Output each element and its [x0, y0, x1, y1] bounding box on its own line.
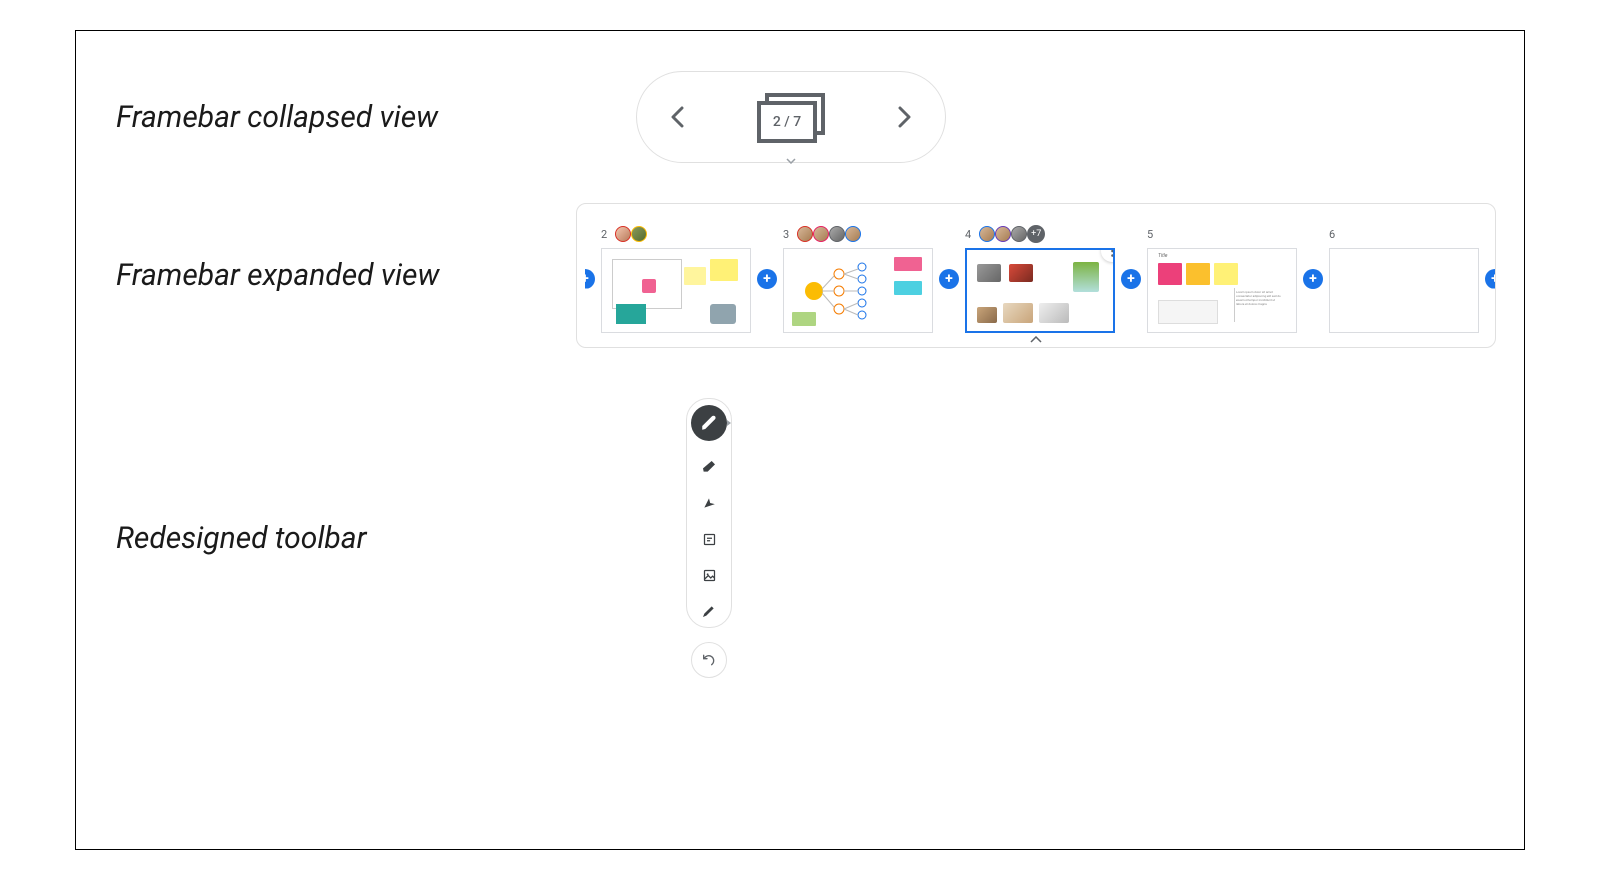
framebar-expanded: + 2 +: [576, 203, 1496, 348]
toolbar: [686, 398, 732, 628]
add-frame-button[interactable]: +: [575, 269, 595, 289]
label-expanded: Framebar expanded view: [116, 258, 576, 293]
collaborator-avatar: [631, 226, 647, 242]
row-collapsed: Framebar collapsed view 2 / 7: [116, 71, 1484, 163]
collaborator-avatar: [845, 226, 861, 242]
add-frame-button[interactable]: +: [1121, 269, 1141, 289]
frame-counter-label: 2 / 7: [757, 101, 817, 143]
frame-preview: [783, 248, 933, 333]
laser-tool-button[interactable]: [699, 601, 719, 621]
collaborator-avatar: [797, 226, 813, 242]
collaborator-avatar: [813, 226, 829, 242]
frame-thumbnail[interactable]: 6: [1329, 224, 1479, 333]
frame-thumbnail[interactable]: 2: [601, 224, 751, 333]
frame-preview: Lorem ipsum dolor sit amet consectetur a…: [1147, 248, 1297, 333]
pointer-tool-button[interactable]: [699, 493, 719, 513]
frame-thumbnail[interactable]: 3: [783, 224, 933, 333]
add-frame-button[interactable]: +: [1303, 269, 1323, 289]
frame-number: 3: [783, 228, 789, 241]
collaborator-avatar: [1011, 226, 1027, 242]
eraser-tool-button[interactable]: [699, 457, 719, 477]
add-frame-button[interactable]: +: [757, 269, 777, 289]
frame-number: 6: [1329, 228, 1335, 241]
add-frame-button[interactable]: +: [1485, 269, 1505, 289]
diagram-frame: Framebar collapsed view 2 / 7 Framebar e…: [75, 30, 1525, 850]
collaborator-avatar: [995, 226, 1011, 242]
collaborator-avatar: [979, 226, 995, 242]
frame-preview: [1329, 248, 1479, 333]
collapse-framebar-icon[interactable]: [1030, 336, 1042, 343]
prev-frame-button[interactable]: [665, 105, 689, 129]
add-frame-button[interactable]: +: [939, 269, 959, 289]
image-tool-button[interactable]: [699, 565, 719, 585]
collaborator-avatar-more[interactable]: +7: [1027, 225, 1045, 243]
row-expanded: Framebar expanded view + 2: [116, 203, 1484, 348]
pen-tool-button[interactable]: [691, 405, 727, 441]
frame-preview: [601, 248, 751, 333]
frame-thumbnail[interactable]: 5 Lorem ipsum dolor sit amet consectetur…: [1147, 224, 1297, 333]
label-toolbar: Redesigned toolbar: [116, 521, 576, 556]
row-toolbar: Redesigned toolbar: [116, 398, 1484, 678]
frame-number: 4: [965, 228, 971, 241]
sticky-note-tool-button[interactable]: [699, 529, 719, 549]
collaborator-avatar: [829, 226, 845, 242]
framebar-collapsed: 2 / 7: [636, 71, 946, 163]
collaborator-avatar: [615, 226, 631, 242]
frame-counter[interactable]: 2 / 7: [757, 93, 825, 141]
frame-preview: [965, 248, 1115, 333]
expand-framebar-icon[interactable]: [786, 158, 796, 164]
label-collapsed: Framebar collapsed view: [116, 100, 576, 135]
frame-number: 5: [1147, 228, 1153, 241]
frame-more-menu-button[interactable]: [1101, 248, 1115, 262]
frame-thumbnail[interactable]: 4 +7: [965, 224, 1115, 333]
frame-number: 2: [601, 228, 607, 241]
undo-button[interactable]: [691, 642, 727, 678]
toolbar-container: [686, 398, 732, 678]
next-frame-button[interactable]: [893, 105, 917, 129]
